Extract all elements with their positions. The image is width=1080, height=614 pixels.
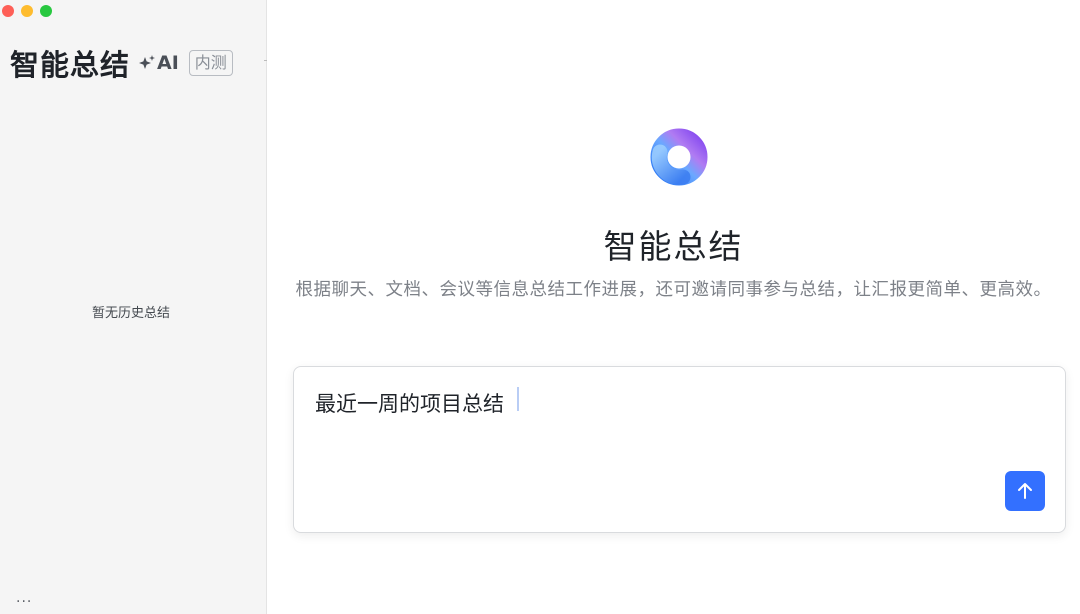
close-window-button[interactable]	[2, 5, 14, 17]
gradient-ring-logo-icon	[650, 128, 708, 186]
page-title: 智能总结	[603, 227, 744, 266]
main-panel: 智能总结 根据聊天、文档、会议等信息总结工作进展，还可邀请同事参与总结，让汇报更…	[267, 0, 1080, 614]
prompt-input[interactable]	[315, 383, 995, 423]
page-subtitle: 根据聊天、文档、会议等信息总结工作进展，还可邀请同事参与总结，让汇报更简单、更高…	[295, 280, 1052, 300]
beta-badge: 内测	[188, 50, 233, 76]
empty-history-text: 暂无历史总结	[91, 306, 170, 321]
sidebar-title: 智能总结	[10, 48, 131, 82]
prompt-composer	[293, 366, 1066, 533]
text-caret	[517, 387, 519, 411]
sparkle-icon	[139, 55, 156, 69]
minimize-window-button[interactable]	[21, 5, 33, 17]
ai-label: AI	[157, 52, 179, 74]
sidebar-header: 智能总结 AI 内测	[10, 42, 233, 84]
arrow-up-icon	[1018, 483, 1032, 499]
sidebar: 智能总结 AI 内测 暂无历史总结 ···	[0, 0, 268, 614]
more-options-button[interactable]: ···	[16, 594, 32, 610]
ai-mark: AI	[138, 52, 179, 74]
app-window: 智能总结 AI 内测 暂无历史总结 ··· 智能总结 根据聊天、文档、会议等信息…	[0, 0, 1080, 614]
maximize-window-button[interactable]	[40, 5, 52, 17]
window-controls	[2, 5, 52, 17]
send-button[interactable]	[1005, 471, 1045, 511]
